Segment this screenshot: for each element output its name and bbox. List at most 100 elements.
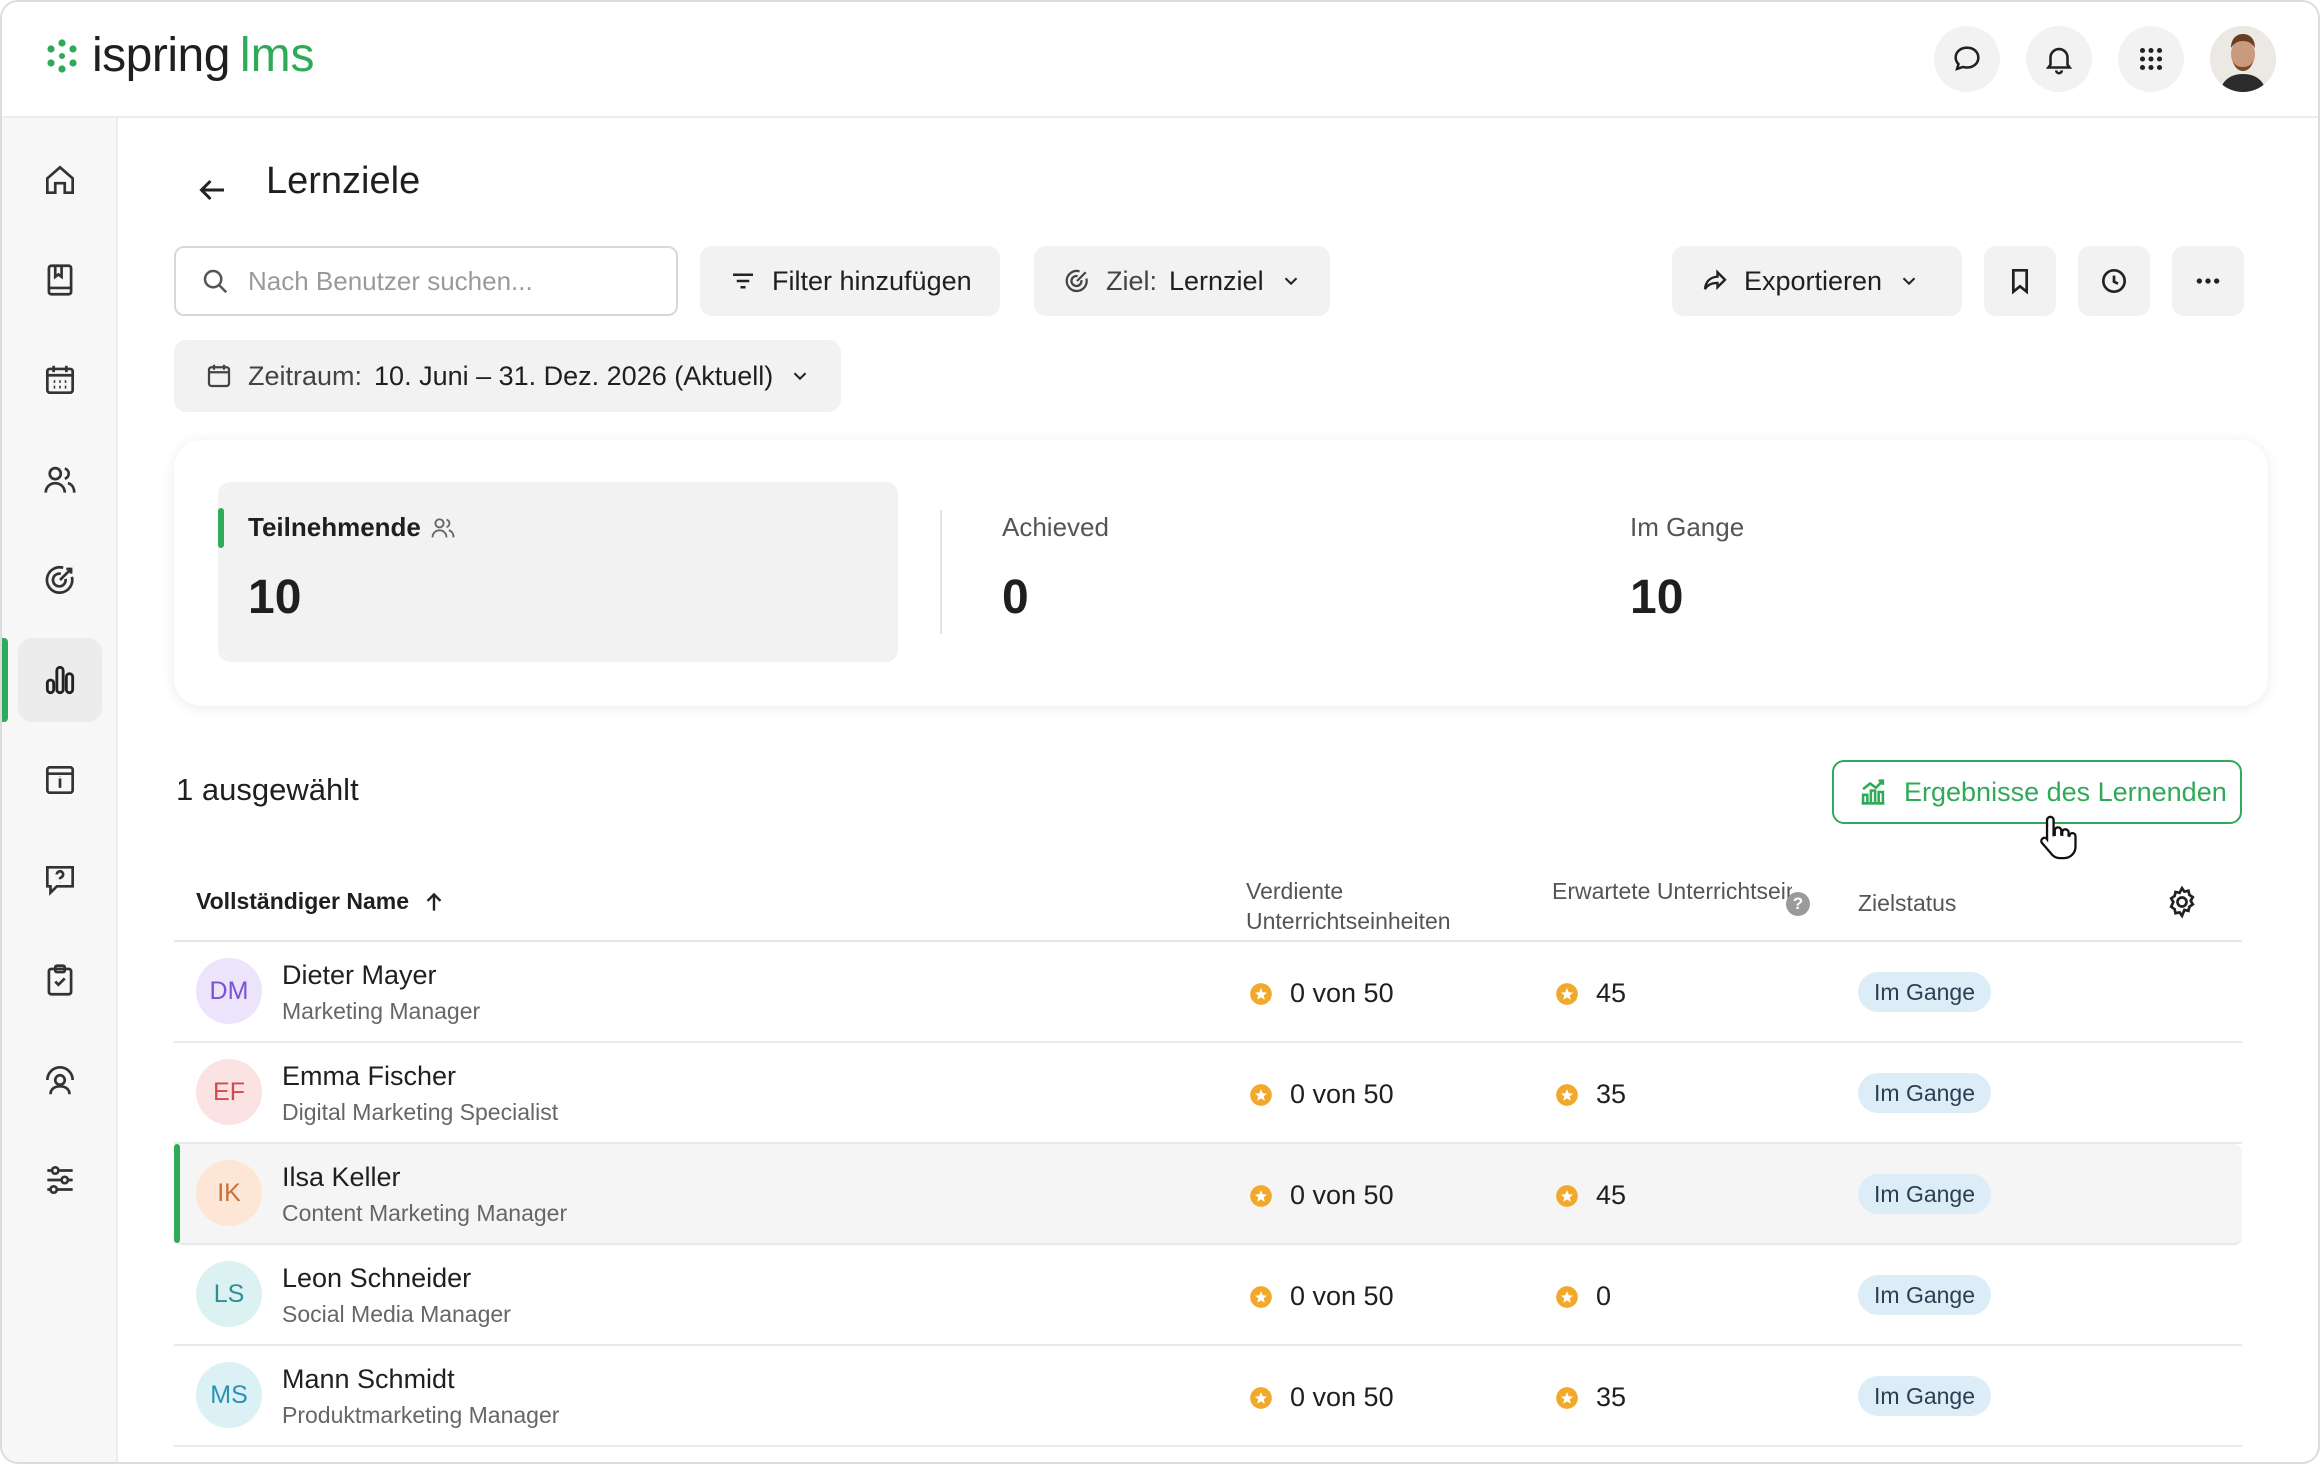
back-button[interactable] (188, 166, 236, 214)
column-header-status[interactable]: Zielstatus (1858, 890, 1956, 917)
stat-achieved-value: 0 (1002, 571, 1029, 624)
sidebar-item-support[interactable] (18, 1038, 102, 1122)
earned-units-cell: 0 von 50 (1248, 1079, 1394, 1110)
user-name[interactable]: Dieter Mayer (282, 960, 437, 991)
column-header-expected[interactable]: Erwartete Unterrichtseinheit... (1552, 876, 1792, 906)
stat-in-progress[interactable]: Im Gange 10 (1600, 482, 2160, 662)
clock-icon (2102, 269, 2126, 293)
selected-count: 1 ausgewählt (176, 772, 359, 807)
user-name[interactable]: Mann Schmidt (282, 1364, 455, 1395)
user-name[interactable]: Leon Schneider (282, 1263, 471, 1294)
stats-card: Teilnehmende 10 Achieved 0 Im Gange 10 (174, 440, 2268, 706)
table-row[interactable]: EF Emma Fischer Digital Marketing Speciali… (174, 1043, 2242, 1144)
search-input[interactable] (248, 265, 668, 297)
stat-achieved[interactable]: Achieved 0 (972, 482, 1532, 662)
status-badge: Im Gange (1858, 1174, 1991, 1214)
status-badge: Im Gange (1858, 972, 1991, 1012)
sidebar-item-settings[interactable] (18, 1138, 102, 1222)
expected-units-cell: 45 (1554, 978, 1626, 1009)
apps-grid-icon (2139, 47, 2163, 71)
home-icon (45, 165, 75, 195)
sidebar (2, 118, 118, 1462)
goal-selector[interactable]: Ziel: Lernziel (1034, 246, 1330, 316)
coin-icon (1250, 1386, 1272, 1409)
chevron-down-icon (794, 372, 807, 381)
table-row[interactable]: IK Ilsa Keller Content Marketing Manager 0 … (174, 1144, 2242, 1245)
help-message-icon (45, 865, 75, 896)
settings-sliders-icon (47, 1165, 73, 1195)
row-selected-indicator (174, 1144, 180, 1243)
earned-units-cell: 0 von 50 (1248, 1382, 1394, 1413)
users-icon (44, 466, 76, 493)
search-field[interactable] (174, 246, 678, 316)
table-settings-button[interactable] (2164, 884, 2200, 920)
apps-button[interactable] (2118, 26, 2184, 92)
sidebar-item-tasks[interactable] (18, 938, 102, 1022)
filter-icon (733, 273, 753, 289)
notifications-button[interactable] (2026, 26, 2092, 92)
calendar-icon (207, 364, 231, 388)
earned-units-value: 0 von 50 (1290, 1382, 1394, 1412)
expected-units-value: 45 (1596, 978, 1627, 1008)
sidebar-item-goals[interactable] (18, 538, 102, 622)
results-table: Vollständiger Name Verdiente Unterrichts… (174, 854, 2242, 1447)
expected-units-value: 35 (1596, 1079, 1627, 1109)
help-icon[interactable]: ? (1786, 892, 1810, 916)
sidebar-item-help[interactable] (18, 838, 102, 922)
table-row[interactable]: DM Dieter Mayer Marketing Manager 0 von 50 4… (174, 942, 2242, 1043)
coin-icon (1250, 1083, 1272, 1106)
sidebar-item-info[interactable] (18, 738, 102, 822)
stat-participants[interactable]: Teilnehmende 10 (218, 482, 898, 662)
coin-icon (1556, 1285, 1578, 1308)
brand-suffix: lms (239, 29, 315, 82)
more-options-button[interactable] (2172, 246, 2244, 316)
column-header-earned[interactable]: Verdiente Unterrichtseinheiten (1246, 876, 1506, 936)
earned-units-cell: 0 von 50 (1248, 1180, 1394, 1211)
export-button[interactable]: Exportieren (1672, 246, 1962, 316)
sidebar-item-reports[interactable] (18, 638, 102, 722)
user-avatar[interactable] (2210, 26, 2276, 92)
earned-units-value: 0 von 50 (1290, 1281, 1394, 1311)
chevron-down-icon (1902, 277, 1916, 286)
table-row[interactable]: MS Mann Schmidt Produktmarketing Manager 0 … (174, 1346, 2242, 1447)
period-prefix: Zeitraum: (248, 360, 363, 391)
add-filter-button[interactable]: Filter hinzufügen (700, 246, 1000, 316)
avatar: IK (196, 1160, 262, 1226)
expected-units-value: 0 (1596, 1281, 1612, 1311)
stat-selected-indicator (218, 508, 224, 548)
column-header-name[interactable]: Vollständiger Name (196, 888, 447, 915)
user-name[interactable]: Ilsa Keller (282, 1162, 401, 1193)
expected-units-value: 45 (1596, 1180, 1627, 1210)
export-label: Exportieren (1744, 265, 1883, 296)
target-icon (45, 565, 74, 594)
bookmark-button[interactable] (1984, 246, 2056, 316)
more-horizontal-icon (2196, 278, 2220, 284)
chat-button[interactable] (1934, 26, 2000, 92)
avatar: MS (196, 1362, 262, 1428)
expected-units-cell: 35 (1554, 1382, 1626, 1413)
stat-in-progress-value: 10 (1630, 571, 1684, 624)
add-filter-label: Filter hinzufügen (772, 265, 972, 296)
expected-units-cell: 0 (1554, 1281, 1611, 1312)
sidebar-item-calendar[interactable] (18, 338, 102, 422)
expected-units-value: 35 (1596, 1382, 1627, 1412)
learner-results-label: Ergebnisse des Lernenden (1904, 776, 2227, 807)
arrow-left-icon (199, 179, 224, 201)
sort-arrow-up-icon (426, 892, 442, 911)
period-selector[interactable]: Zeitraum: 10. Juni – 31. Dez. 2026 (Aktu… (174, 340, 842, 412)
clipboard-check-icon (47, 964, 73, 996)
page-title: Lernziele (266, 160, 421, 202)
search-icon (203, 269, 228, 294)
earned-units-cell: 0 von 50 (1248, 1281, 1394, 1312)
sidebar-item-courses[interactable] (18, 238, 102, 322)
column-header-name-label: Vollständiger Name (196, 888, 410, 914)
table-row[interactable]: LS Leon Schneider Social Media Manager 0 vo… (174, 1245, 2242, 1346)
history-button[interactable] (2078, 246, 2150, 316)
chevron-down-icon (1284, 277, 1297, 286)
ispring-logo[interactable]: ispring lms (42, 28, 315, 83)
user-name[interactable]: Emma Fischer (282, 1061, 456, 1092)
table-body: DM Dieter Mayer Marketing Manager 0 von 50 4… (174, 942, 2242, 1447)
sidebar-item-users[interactable] (18, 438, 102, 522)
sidebar-item-home[interactable] (18, 138, 102, 222)
status-badge: Im Gange (1858, 1376, 1991, 1416)
